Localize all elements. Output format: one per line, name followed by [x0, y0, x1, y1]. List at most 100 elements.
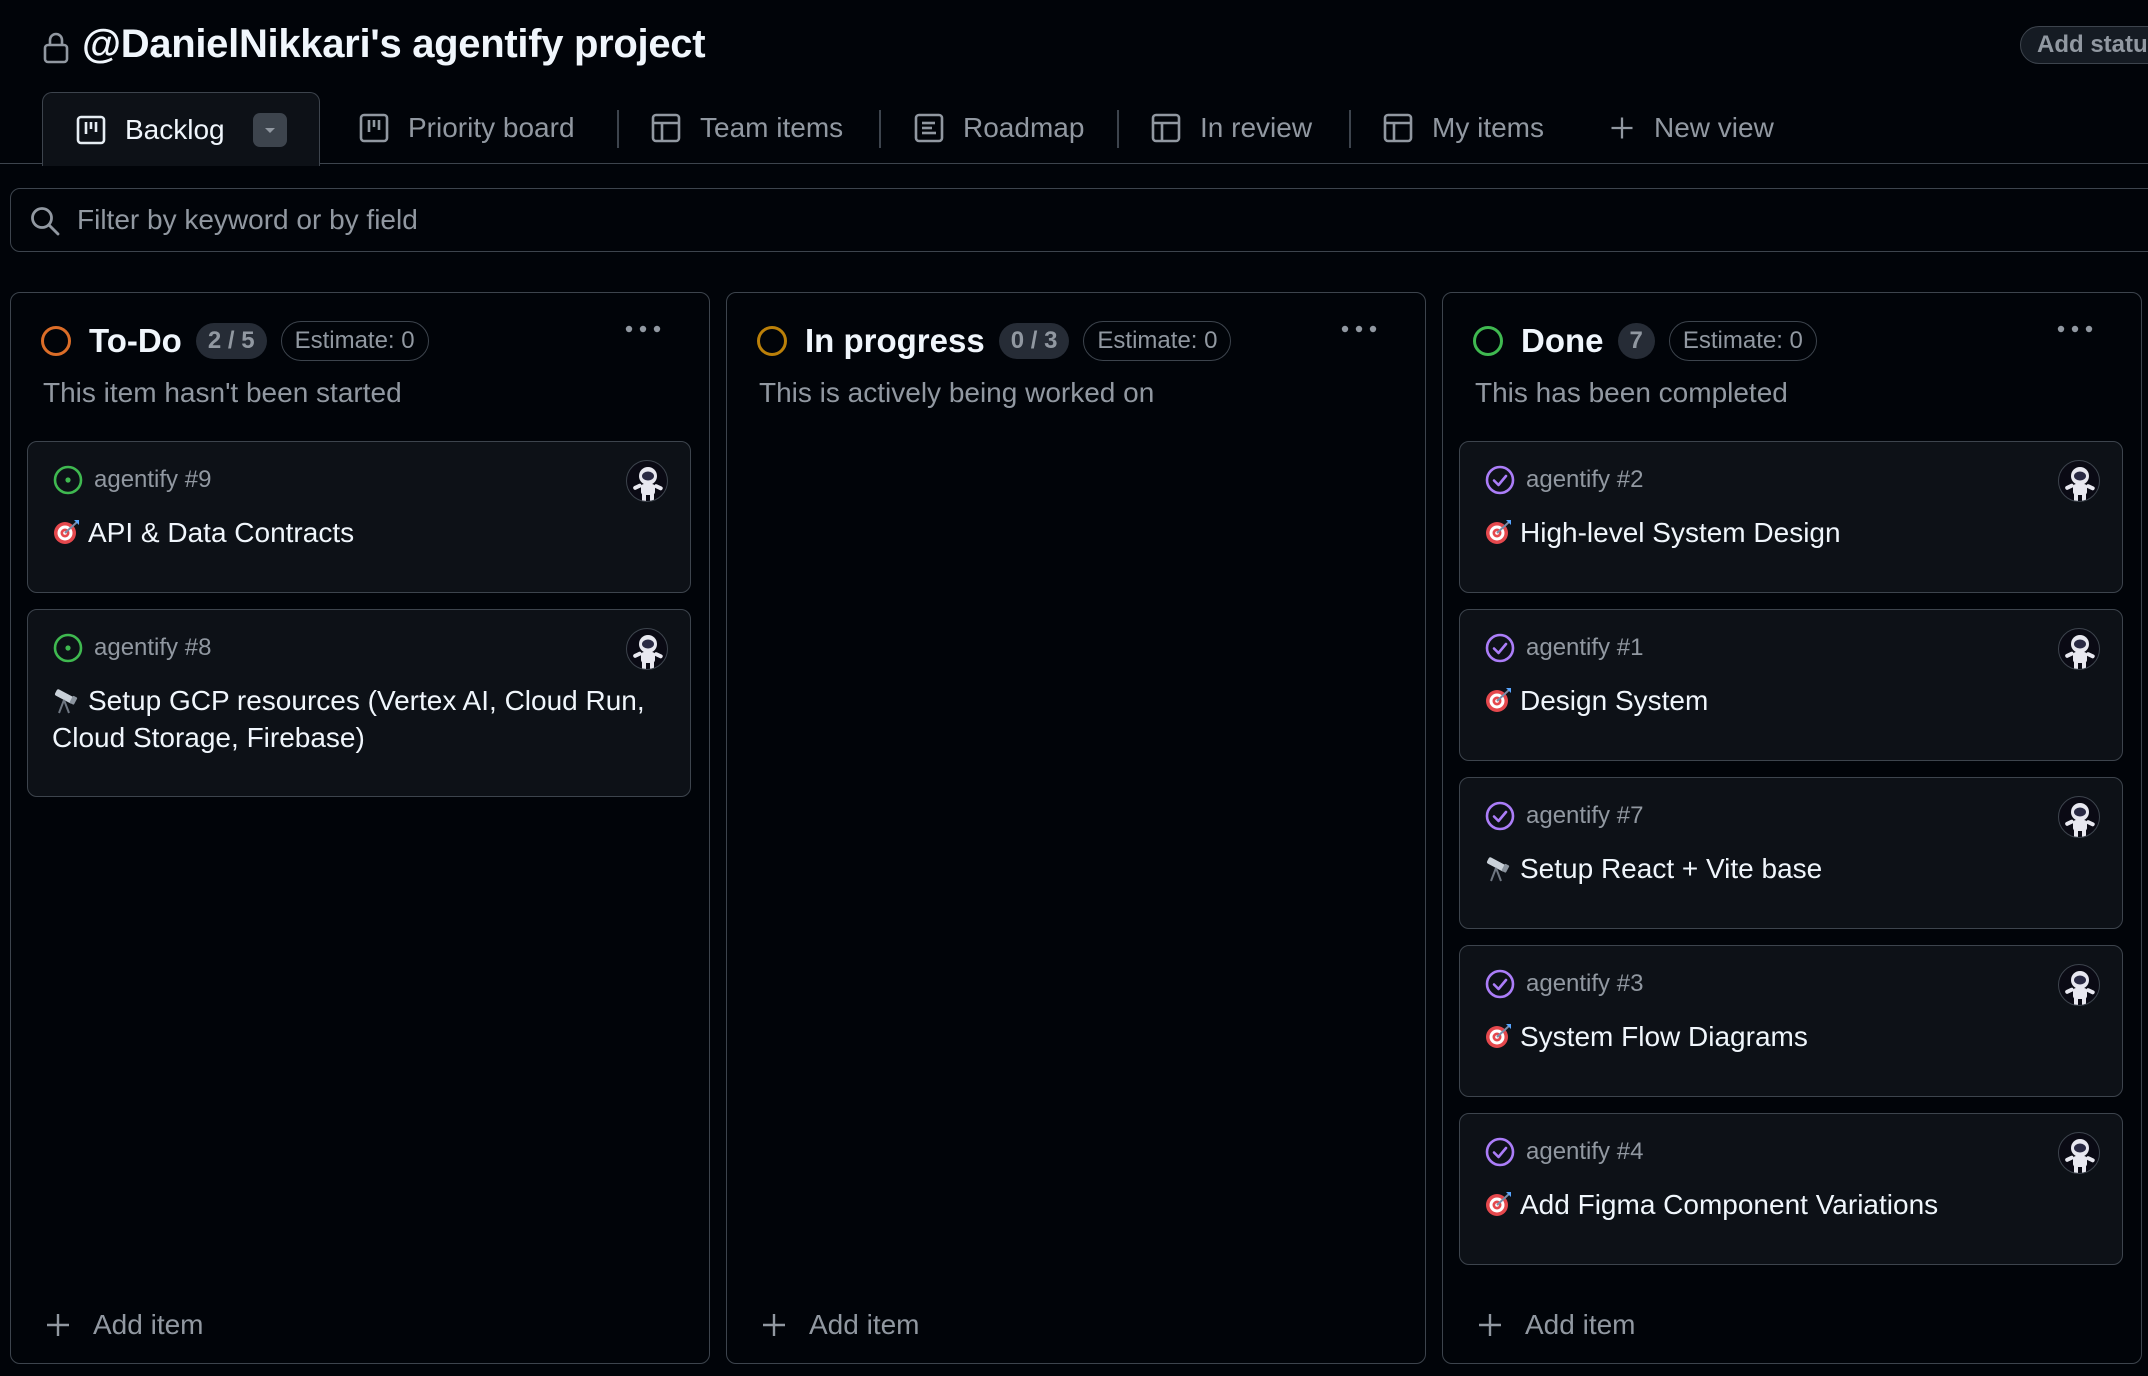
issue-reference[interactable]: agentify #3 — [1526, 970, 1643, 998]
item-count-badge: 7 — [1617, 323, 1655, 359]
card-title[interactable]: System Flow Diagrams — [1484, 1018, 2104, 1055]
target-emoji-icon — [54, 520, 79, 544]
issue-reference[interactable]: agentify #7 — [1526, 802, 1643, 830]
status-circle-icon — [757, 326, 787, 356]
issue-card[interactable]: agentify #9 API & Data Contracts — [27, 441, 691, 593]
column-description: This has been completed — [1475, 377, 1788, 408]
issue-card[interactable]: agentify #1 Design System — [1459, 609, 2123, 761]
card-title-text: High-level System Design — [1520, 517, 1841, 548]
issue-closed-icon — [1485, 801, 1515, 831]
issue-reference[interactable]: agentify #9 — [94, 466, 211, 494]
plus-icon — [1611, 117, 1633, 139]
status-circle-icon — [41, 326, 71, 356]
card-meta: agentify #7 — [1484, 800, 1643, 832]
board-icon — [359, 113, 389, 143]
issue-card[interactable]: agentify #8 Setup GCP resources (Vertex … — [27, 609, 691, 797]
filter-input[interactable]: Filter by keyword or by field — [10, 188, 2148, 252]
tab-roadmap[interactable]: Roadmap — [913, 92, 1084, 164]
card-meta: agentify #1 — [1484, 632, 1643, 664]
view-options-dropdown[interactable] — [252, 112, 287, 147]
tab-divider — [1349, 110, 1351, 148]
tab-in-review[interactable]: In review — [1150, 92, 1312, 164]
tab-label: Priority board — [408, 112, 575, 143]
assignee-avatar[interactable] — [2058, 964, 2100, 1006]
card-meta: agentify #9 — [52, 464, 211, 496]
estimate-badge: Estimate: 0 — [1083, 321, 1232, 361]
card-title-text: Add Figma Component Variations — [1520, 1189, 1939, 1220]
add-item-button[interactable]: Add item — [761, 1309, 920, 1341]
astronaut-avatar-icon — [2065, 1139, 2095, 1173]
item-count-badge: 2 / 5 — [195, 323, 267, 359]
assignee-avatar[interactable] — [626, 628, 668, 670]
issue-card[interactable]: agentify #3 System Flow Diagrams — [1459, 945, 2123, 1097]
item-count-badge: 0 / 3 — [998, 323, 1070, 359]
target-emoji-icon — [1486, 1192, 1511, 1216]
project-header: @DanielNikkari's agentify project Add st… — [0, 0, 2148, 92]
card-title-text: Setup React + Vite base — [1520, 853, 1823, 884]
card-title[interactable]: Add Figma Component Variations — [1484, 1186, 2104, 1223]
card-title[interactable]: API & Data Contracts — [52, 514, 672, 551]
tab-backlog[interactable]: Backlog — [42, 92, 320, 166]
table-icon — [1383, 113, 1413, 143]
new-view-button[interactable]: New view — [1608, 92, 1774, 164]
issue-open-icon — [53, 465, 83, 495]
tab-my-items[interactable]: My items — [1382, 92, 1544, 164]
add-status-button[interactable]: Add statu — [2020, 26, 2148, 64]
card-title[interactable]: Setup React + Vite base — [1484, 850, 2104, 887]
tab-divider — [617, 110, 619, 148]
add-item-button[interactable]: Add item — [45, 1309, 204, 1341]
tab-priority-board[interactable]: Priority board — [358, 92, 575, 164]
assignee-avatar[interactable] — [626, 460, 668, 502]
tab-label: In review — [1200, 112, 1313, 143]
issue-reference[interactable]: agentify #8 — [94, 634, 211, 662]
column-header: In progress 0 / 3 Estimate: 0 — [757, 321, 1232, 361]
target-emoji-icon — [1486, 688, 1511, 712]
column-title: To-Do — [89, 322, 182, 359]
issue-card[interactable]: agentify #7 Setup React + Vite base — [1459, 777, 2123, 929]
card-title[interactable]: Design System — [1484, 682, 2104, 719]
issue-closed-icon — [1485, 633, 1515, 663]
assignee-avatar[interactable] — [2058, 628, 2100, 670]
card-title[interactable]: High-level System Design — [1484, 514, 2104, 551]
column-title: Done — [1521, 322, 1604, 359]
project-title[interactable]: @DanielNikkari's agentify project — [82, 22, 706, 67]
issue-reference[interactable]: agentify #4 — [1526, 1138, 1643, 1166]
assignee-avatar[interactable] — [2058, 1132, 2100, 1174]
card-meta: agentify #2 — [1484, 464, 1643, 496]
column-title: In progress — [805, 322, 985, 359]
search-icon — [31, 207, 60, 236]
card-meta: agentify #8 — [52, 632, 211, 664]
astronaut-avatar-icon — [633, 635, 663, 669]
plus-icon — [763, 1314, 785, 1336]
more-options-icon[interactable] — [1339, 323, 1379, 335]
plus-icon — [47, 1314, 69, 1336]
card-meta: agentify #4 — [1484, 1136, 1643, 1168]
column-header: Done 7 Estimate: 0 — [1473, 321, 1817, 361]
lock-icon — [43, 32, 69, 64]
card-title[interactable]: Setup GCP resources (Vertex AI, Cloud Ru… — [52, 682, 672, 756]
issue-card[interactable]: agentify #4 Add Figma Component Variatio… — [1459, 1113, 2123, 1265]
tab-label: Backlog — [125, 113, 225, 145]
target-emoji-icon — [1486, 520, 1511, 544]
tab-label: New view — [1654, 112, 1774, 143]
assignee-avatar[interactable] — [2058, 460, 2100, 502]
more-options-icon[interactable] — [623, 323, 663, 335]
card-meta: agentify #3 — [1484, 968, 1643, 1000]
issue-reference[interactable]: agentify #1 — [1526, 634, 1643, 662]
assignee-avatar[interactable] — [2058, 796, 2100, 838]
add-item-button[interactable]: Add item — [1477, 1309, 1636, 1341]
project-board-page: @DanielNikkari's agentify project Add st… — [0, 0, 2148, 1376]
astronaut-avatar-icon — [2065, 971, 2095, 1005]
plus-icon — [1479, 1314, 1501, 1336]
more-options-icon[interactable] — [2055, 323, 2095, 335]
astronaut-avatar-icon — [633, 467, 663, 501]
issue-open-icon — [53, 633, 83, 663]
issue-reference[interactable]: agentify #2 — [1526, 466, 1643, 494]
telescope-emoji-icon — [1486, 857, 1510, 882]
roadmap-icon — [914, 113, 944, 143]
add-item-label: Add item — [809, 1309, 920, 1340]
tab-team-items[interactable]: Team items — [650, 92, 843, 164]
issue-card[interactable]: agentify #2 High-level System Design — [1459, 441, 2123, 593]
column-description: This is actively being worked on — [759, 377, 1155, 408]
estimate-badge: Estimate: 0 — [1668, 321, 1817, 361]
